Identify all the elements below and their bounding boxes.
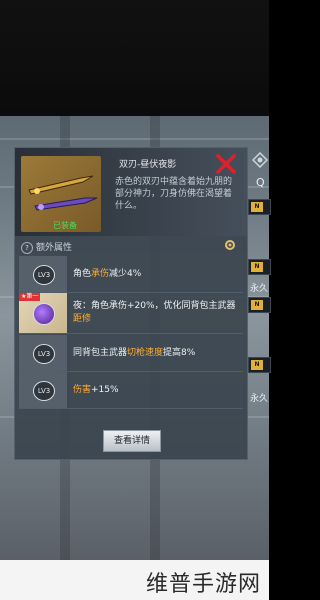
item-chip[interactable]: N xyxy=(248,357,271,373)
attribute-text: 同背包主武器切枪速度提高8% xyxy=(73,348,196,358)
help-icon[interactable]: ? xyxy=(21,242,33,254)
orb-icon xyxy=(33,303,55,325)
level-badge: LV3 xyxy=(19,335,67,371)
weapon-header: 已装备 双刃-昼伏夜影 赤色的双刃中蕴含着始九朋的部分神力，刀身仿佛在渴望着什么… xyxy=(15,148,247,236)
first-tag: ★第一 xyxy=(19,293,41,301)
attribute-row-3[interactable]: LV3 同背包主武器切枪速度提高8% xyxy=(19,335,243,372)
weapon-image: 已装备 xyxy=(21,156,101,232)
item-chip[interactable]: N xyxy=(248,297,271,313)
attribute-text: 角色承伤减少4% xyxy=(73,269,142,279)
side-inventory-strip: N N 永久 N N 永久 xyxy=(248,147,271,437)
weapon-detail-panel: 已装备 双刃-昼伏夜影 赤色的双刃中蕴含着始九朋的部分神力，刀身仿佛在渴望着什么… xyxy=(14,147,248,460)
attribute-row-1[interactable]: LV3 角色承伤减少4% xyxy=(19,256,243,293)
top-dark-bar xyxy=(0,0,269,116)
duration-label: 永久 xyxy=(250,284,269,294)
gear-icon[interactable] xyxy=(223,238,237,252)
attribute-text: 夜：角色承伤+20%，优化同背包主武器距修 xyxy=(73,301,236,324)
item-chip[interactable]: N xyxy=(248,199,271,215)
close-icon xyxy=(216,154,236,174)
extra-attributes-title: ? 额外属性 xyxy=(21,240,72,254)
level-badge: LV3 xyxy=(19,256,67,292)
equipped-status: 已装备 xyxy=(53,221,77,230)
item-chip[interactable]: N xyxy=(248,259,271,275)
weapon-description: 赤色的双刃中蕴含着始九朋的部分神力，刀身仿佛在渴望着什么。 xyxy=(115,177,233,211)
level-badge: LV3 xyxy=(19,372,67,408)
duration-label: 永久 xyxy=(250,394,269,404)
attribute-text: 伤害+15% xyxy=(73,385,119,395)
special-badge: ★第一 xyxy=(19,293,67,333)
attribute-row-4[interactable]: LV3 伤害+15% xyxy=(19,372,243,409)
weapon-name: 双刃-昼伏夜影 xyxy=(119,160,177,170)
close-button[interactable] xyxy=(215,153,237,175)
attribute-row-2[interactable]: ★第一 夜：角色承伤+20%，优化同背包主武器距修 xyxy=(19,293,243,334)
view-details-button[interactable]: 查看详情 xyxy=(103,430,161,452)
site-watermark: 维普手游网 xyxy=(145,572,261,597)
